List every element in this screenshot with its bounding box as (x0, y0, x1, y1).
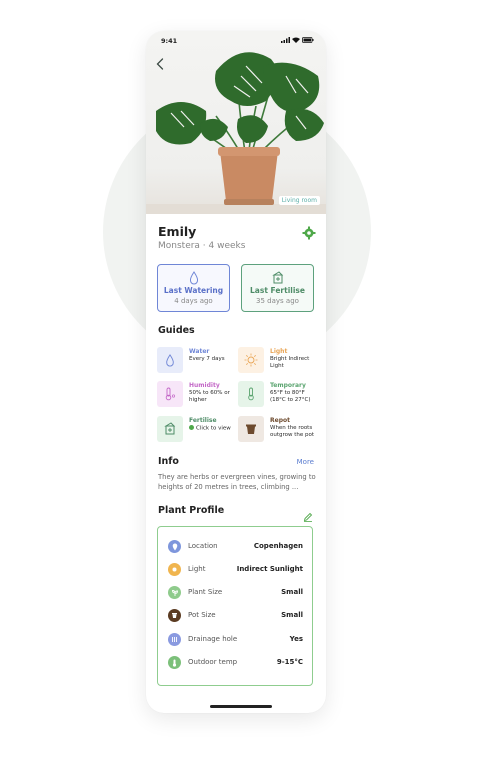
guide-fertilise-link[interactable]: Click to view (196, 426, 231, 432)
signal-icon (281, 37, 290, 43)
guide-repot-icon-box (238, 416, 264, 442)
gear-icon (302, 226, 316, 240)
home-indicator[interactable] (210, 705, 272, 708)
pot-icon (246, 424, 256, 434)
edit-profile-button[interactable] (303, 507, 313, 522)
pencil-icon (303, 512, 313, 522)
drop-icon (166, 353, 174, 366)
guide-water-icon-box (157, 347, 183, 373)
guide-temperature[interactable]: Temporary 65°F to 80°F (18°C to 27°C) (238, 381, 318, 411)
info-text: They are herbs or evergreen vines, growi… (158, 473, 316, 491)
profile-row-pot-size: Pot Size Small (158, 607, 314, 625)
thermometer-icon (165, 387, 176, 401)
profile-row-outdoor-temp: Outdoor temp 9-15°C (158, 654, 314, 672)
profile-row-light: Light Indirect Sunlight (158, 561, 314, 579)
last-watering-card[interactable]: Last Watering 4 days ago (157, 264, 230, 312)
status-icons (281, 37, 314, 43)
profile-label: Pot Size (188, 611, 216, 619)
room-tag: Living room (278, 196, 320, 205)
guide-humidity-icon-box (157, 381, 183, 407)
profile-row-plant-size: Plant Size Small (158, 584, 314, 602)
guide-light-icon-box (238, 347, 264, 373)
last-fertilise-detail: 35 days ago (256, 297, 299, 305)
plant-profile-card: Location Copenhagen Light Indirect Sunli… (157, 526, 313, 686)
profile-row-location: Location Copenhagen (158, 538, 314, 556)
status-bar: 9:41 (146, 31, 326, 49)
guide-humidity[interactable]: Humidity 50% to 60% or higher (157, 381, 237, 411)
profile-value: Copenhagen (253, 542, 303, 550)
guide-humidity-value: 50% to 60% or higher (189, 390, 230, 403)
profile-label: Location (188, 542, 218, 550)
plant-profile-title: Plant Profile (158, 505, 225, 516)
guide-repot-value: When the roots outgrow the pot (270, 425, 315, 438)
profile-label: Plant Size (188, 588, 223, 596)
guide-light-title: Light (270, 348, 288, 355)
fertiliser-icon (164, 422, 176, 435)
thermometer-icon (248, 387, 254, 401)
guide-fertilise-value[interactable]: Click to view (189, 425, 241, 433)
guide-light-value: Bright Indirect Light (270, 356, 310, 369)
location-pin-icon (168, 540, 181, 553)
profile-label: Outdoor temp (188, 658, 238, 666)
monstera-illustration (146, 52, 326, 214)
drainage-icon (168, 633, 181, 646)
guide-light[interactable]: Light Bright Indirect Light (238, 347, 318, 377)
fertiliser-icon (242, 270, 313, 284)
guide-fertilise-title: Fertilise (189, 417, 217, 424)
profile-value: 9-15°C (276, 658, 303, 666)
guide-water-value: Every 7 days (189, 356, 225, 362)
drop-icon (158, 270, 229, 285)
plant-subtitle: Monstera · 4 weeks (158, 241, 246, 251)
guide-temperature-icon-box (238, 381, 264, 407)
phone-frame: 9:41 Living room Emily Monstera · 4 week… (146, 31, 326, 713)
last-watering-title: Last Watering (163, 286, 224, 295)
guide-temperature-value: 65°F to 80°F (18°C to 27°C) (270, 390, 311, 403)
battery-icon (302, 37, 314, 43)
profile-row-drainage-hole: Drainage hole Yes (158, 631, 314, 649)
guide-fertilise[interactable]: Fertilise Click to view (157, 416, 237, 446)
plant-photo: 9:41 Living room (146, 31, 326, 214)
profile-value: Small (281, 588, 303, 596)
guide-water[interactable]: Water Every 7 days (157, 347, 237, 377)
last-fertilise-title: Last Fertilise (250, 286, 305, 295)
info-dot-icon (189, 425, 194, 430)
sprout-icon (168, 586, 181, 599)
profile-value: Indirect Sunlight (236, 565, 303, 573)
guide-repot[interactable]: Repot When the roots outgrow the pot (238, 416, 318, 446)
info-title: Info (158, 456, 179, 467)
profile-value: Yes (289, 635, 303, 643)
thermometer-icon (168, 656, 181, 669)
guide-temperature-title: Temporary (270, 382, 306, 389)
pot-icon (168, 609, 181, 622)
guides-title: Guides (158, 325, 195, 336)
guide-fertilise-icon-box (157, 416, 183, 442)
status-time: 9:41 (161, 37, 178, 45)
wifi-icon (292, 37, 300, 43)
settings-button[interactable] (302, 225, 316, 240)
last-watering-detail: 4 days ago (174, 297, 213, 305)
sun-icon (168, 563, 181, 576)
guide-water-title: Water (189, 348, 210, 355)
guide-repot-title: Repot (270, 417, 290, 424)
profile-label: Drainage hole (188, 635, 238, 643)
info-more-link[interactable]: More (297, 458, 314, 466)
last-fertilise-card[interactable]: Last Fertilise 35 days ago (241, 264, 314, 312)
sun-icon (244, 353, 258, 367)
plant-name: Emily (158, 224, 197, 239)
chevron-left-icon (156, 58, 164, 70)
guide-humidity-title: Humidity (189, 382, 220, 389)
back-button[interactable] (153, 55, 167, 73)
profile-value: Small (281, 611, 303, 619)
profile-label: Light (188, 565, 206, 573)
